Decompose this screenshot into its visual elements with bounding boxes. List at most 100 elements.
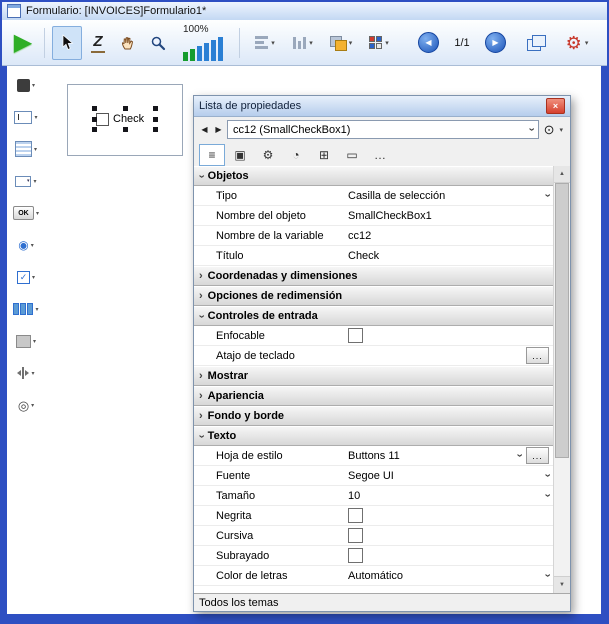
button-tool[interactable]: OK ▾ (13, 204, 39, 222)
select-tool-button[interactable] (52, 26, 82, 60)
selection-handle[interactable] (92, 127, 97, 132)
panel-scrollbar[interactable]: ▲ ▼ (553, 166, 570, 593)
tab-display[interactable]: ▭ (339, 144, 365, 166)
fuente-dropdown[interactable]: Segoe UI › (342, 466, 553, 485)
selection-handle[interactable] (92, 106, 97, 111)
view-options-button[interactable]: ⊙ ▾ (542, 123, 565, 136)
execute-form-button[interactable]: ▶ (9, 27, 37, 59)
section-header-objetos[interactable]: › Objetos (194, 166, 553, 186)
negrita-checkbox[interactable] (348, 508, 363, 523)
form-object-area[interactable]: Check (67, 84, 183, 156)
zoom-bar[interactable] (183, 52, 188, 61)
chevron-down-icon[interactable]: ▾ (32, 274, 35, 281)
input-tool[interactable]: ▾ (14, 108, 37, 126)
zoom-bar[interactable] (197, 46, 202, 61)
tamano-dropdown[interactable]: 10 › (342, 486, 553, 505)
enfocable-checkbox[interactable] (348, 328, 363, 343)
level-dropdown-button[interactable]: ▾ (323, 27, 359, 59)
object-name-field[interactable]: SmallCheckBox1 (342, 206, 553, 225)
listbox-tool[interactable]: ▾ (15, 140, 37, 158)
variable-name-field[interactable]: cc12 (342, 226, 553, 245)
panel-titlebar[interactable]: Lista de propiedades × (194, 96, 570, 117)
chevron-down-icon[interactable]: ▾ (32, 82, 35, 89)
section-label: Texto (208, 430, 237, 442)
chevron-down-icon[interactable]: ▾ (31, 402, 34, 409)
zoom-bar[interactable] (204, 43, 209, 61)
section-header-coordenadas[interactable]: › Coordenadas y dimensiones (194, 266, 553, 286)
chevron-down-icon[interactable]: ▾ (31, 370, 34, 377)
combobox-tool[interactable]: ▾ ▾ (15, 172, 36, 190)
rectangle-tool[interactable]: ▾ (16, 332, 36, 350)
entry-order-icon: Z (91, 33, 104, 53)
previous-page-button[interactable]: ◀ (418, 32, 439, 53)
tab-objects[interactable]: ▣ (227, 144, 253, 166)
align-dropdown-button[interactable]: ▾ (247, 27, 283, 59)
section-header-fondo-borde[interactable]: › Fondo y borde (194, 406, 553, 426)
entry-order-button[interactable]: Z (84, 27, 112, 59)
distribute-dropdown-button[interactable]: ▾ (285, 27, 321, 59)
section-header-mostrar[interactable]: › Mostrar (194, 366, 553, 386)
subrayado-checkbox[interactable] (348, 548, 363, 563)
hoja-estilo-dropdown[interactable]: Buttons 11 › ... (342, 446, 553, 465)
title-field[interactable]: Check (342, 246, 553, 265)
field-value: SmallCheckBox1 (348, 210, 432, 222)
radio-tool[interactable]: ◉ ▾ (18, 236, 34, 254)
ok-button-icon: OK (13, 206, 34, 220)
scrollbar-thumb[interactable] (555, 183, 569, 458)
object-selector-dropdown[interactable]: cc12 (SmallCheckBox1) › (227, 120, 539, 139)
close-button[interactable]: × (546, 98, 565, 114)
chevron-right-icon: › (199, 391, 203, 402)
cursiva-checkbox[interactable] (348, 528, 363, 543)
chevron-down-icon[interactable]: ▾ (36, 210, 39, 217)
button-grid-tool[interactable]: ▾ (13, 300, 38, 318)
selection-handle[interactable] (92, 117, 97, 122)
tab-control-tool[interactable]: ◎ ▾ (18, 396, 34, 414)
chevron-down-icon[interactable]: ▾ (31, 242, 34, 249)
chevron-down-icon[interactable]: ▾ (35, 306, 38, 313)
zoom-bar[interactable] (190, 49, 195, 61)
form-windows-button[interactable] (522, 27, 550, 59)
next-object-button[interactable]: ▶ (213, 125, 224, 134)
tab-coordinates[interactable]: ⊞ (311, 144, 337, 166)
chevron-right-icon: › (199, 371, 203, 382)
selection-handle[interactable] (123, 127, 128, 132)
zoom-tool-button[interactable] (144, 27, 172, 59)
chevron-down-icon[interactable]: ▾ (33, 338, 36, 345)
tab-more[interactable]: … (367, 144, 393, 166)
tab-settings[interactable]: ⚙ (255, 144, 281, 166)
selection-handle[interactable] (153, 127, 158, 132)
matrix-dropdown-button[interactable]: ▾ (361, 27, 397, 59)
next-page-button[interactable]: ▶ (485, 32, 506, 53)
chevron-down-icon[interactable]: ▾ (34, 146, 37, 153)
section-header-apariencia[interactable]: › Apariencia (194, 386, 553, 406)
tipo-dropdown[interactable]: Casilla de selección › (342, 186, 553, 205)
text-tool[interactable]: ▾ (17, 76, 35, 94)
settings-gear-button[interactable]: ⚙ ▾ (559, 27, 595, 59)
tab-all-themes[interactable]: ≡ (199, 144, 225, 166)
zoom-bar[interactable] (211, 40, 216, 61)
chevron-down-icon[interactable]: ▾ (34, 114, 37, 121)
section-header-texto[interactable]: › Texto (194, 426, 553, 446)
pan-tool-button[interactable] (114, 27, 142, 59)
window-titlebar[interactable]: Formulario: [INVOICES]Formulario1* (2, 2, 607, 20)
checkbox-tool[interactable]: ✓ ▾ (17, 268, 35, 286)
chevron-down-icon[interactable]: ▾ (33, 178, 36, 185)
selection-handle[interactable] (153, 117, 158, 122)
hoja-estilo-ellipsis-button[interactable]: ... (526, 447, 549, 464)
section-header-redimension[interactable]: › Opciones de redimensión (194, 286, 553, 306)
scroll-down-button[interactable]: ▼ (554, 576, 570, 593)
tab-events[interactable]: ◔ (283, 144, 309, 166)
section-header-controles-entrada[interactable]: › Controles de entrada (194, 306, 553, 326)
zoom-bars[interactable] (183, 36, 223, 61)
object-selector-row: ◀ ▶ cc12 (SmallCheckBox1) › ⊙ ▾ (194, 117, 570, 142)
atajo-ellipsis-button[interactable]: ... (526, 347, 549, 364)
color-letras-dropdown[interactable]: Automático › (342, 566, 553, 585)
selection-handle[interactable] (153, 106, 158, 111)
chevron-down-icon: › (195, 314, 206, 318)
selected-checkbox-object[interactable]: Check (96, 110, 154, 128)
zoom-bar[interactable] (218, 37, 223, 61)
scroll-up-button[interactable]: ▲ (554, 166, 570, 183)
previous-object-button[interactable]: ◀ (199, 125, 210, 134)
splitter-tool[interactable]: ▾ (17, 364, 34, 382)
selection-handle[interactable] (123, 106, 128, 111)
